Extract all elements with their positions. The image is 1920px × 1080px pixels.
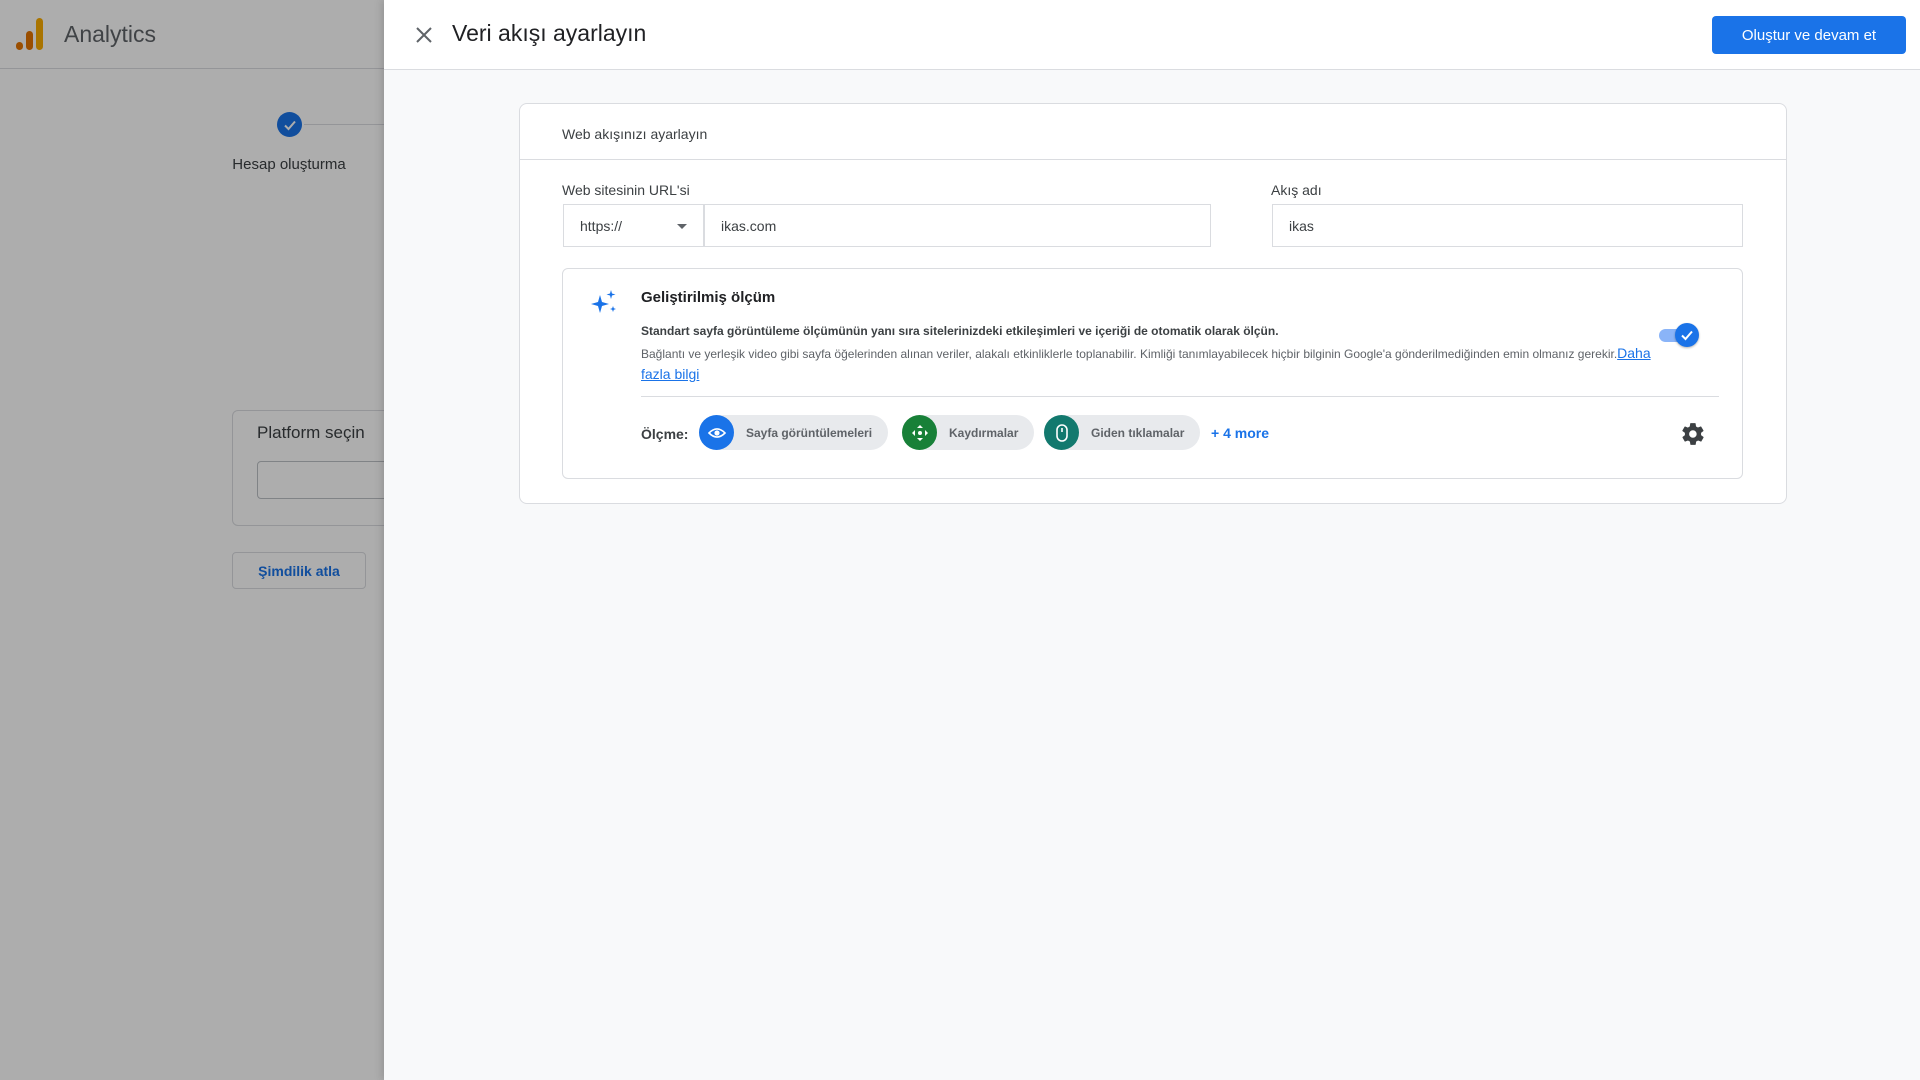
mouse-icon xyxy=(1044,415,1079,450)
enhanced-measurement-description: Bağlantı ve yerleşik video gibi sayfa öğ… xyxy=(641,343,1661,385)
drawer-title: Veri akışı ayarlayın xyxy=(452,20,647,46)
gear-icon[interactable] xyxy=(1680,421,1706,447)
measure-label: Ölçme: xyxy=(641,426,689,442)
divider xyxy=(641,396,1719,397)
enhanced-measurement-toggle[interactable] xyxy=(1657,323,1699,347)
drawer-header: Veri akışı ayarlayın Oluştur ve devam et xyxy=(384,0,1920,70)
chip-scrolls[interactable]: Kaydırmalar xyxy=(902,415,1035,450)
web-stream-card: Web akışınızı ayarlayın Web sitesinin UR… xyxy=(519,103,1787,504)
chip-label: Kaydırmalar xyxy=(949,425,1019,440)
description-text: Bağlantı ve yerleşik video gibi sayfa öğ… xyxy=(641,347,1618,361)
card-header: Web akışınızı ayarlayın xyxy=(520,104,1786,160)
chip-label: Giden tıklamalar xyxy=(1091,425,1185,440)
enhanced-measurement-title: Geliştirilmiş ölçüm xyxy=(641,289,776,306)
enhanced-measurement-summary: Standart sayfa görüntüleme ölçümünün yan… xyxy=(641,324,1279,338)
stream-name-input[interactable] xyxy=(1272,204,1743,247)
protocol-value: https:// xyxy=(580,217,623,234)
create-and-continue-button[interactable]: Oluştur ve devam et xyxy=(1712,16,1906,54)
chip-page-views[interactable]: Sayfa görüntülemeleri xyxy=(699,415,889,450)
close-icon[interactable] xyxy=(410,21,438,49)
website-url-input[interactable] xyxy=(704,204,1211,247)
eye-icon xyxy=(699,415,734,450)
card-title: Web akışınızı ayarlayın xyxy=(562,126,708,142)
website-url-label: Web sitesinin URL'si xyxy=(562,182,690,198)
chip-outbound-clicks[interactable]: Giden tıklamalar xyxy=(1044,415,1201,450)
enhanced-measurement-section: Geliştirilmiş ölçüm Standart sayfa görün… xyxy=(562,268,1743,479)
move-arrows-icon xyxy=(902,415,937,450)
toggle-check-icon xyxy=(1675,323,1699,347)
stream-setup-drawer: Veri akışı ayarlayın Oluştur ve devam et… xyxy=(384,0,1920,1080)
caret-down-icon xyxy=(677,224,687,229)
sparkle-icon xyxy=(591,290,616,313)
chip-label: Sayfa görüntülemeleri xyxy=(746,425,873,440)
more-measurements-link[interactable]: + 4 more xyxy=(1211,425,1269,441)
protocol-select[interactable]: https:// xyxy=(563,204,704,247)
stream-name-label: Akış adı xyxy=(1271,182,1322,198)
